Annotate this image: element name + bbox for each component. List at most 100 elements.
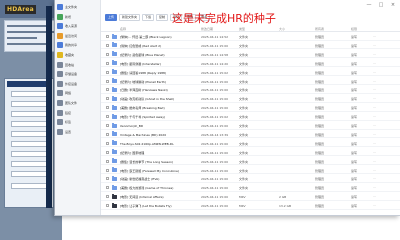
table-row[interactable]: [美剧] 绝命毒师 (Breaking Bad) 2025-04-11 15:00… [101,104,400,112]
row-checkbox[interactable] [106,70,109,74]
sidebar-item[interactable]: 存储设备 [57,70,99,78]
table-row[interactable]: [电影] 无间道 (Infernal Affairs) 2025-04-11 15… [101,193,400,201]
file-name[interactable]: The.Boys.S02.2160p.AMZN.WEB-DL [120,142,198,146]
row-more-icon[interactable]: ⋯ [373,185,376,189]
file-name[interactable]: [纪录片] 地球脉动 (Planet Earth) [120,80,198,84]
row-more-icon[interactable]: ⋯ [373,132,376,136]
table-row[interactable]: [繁体]… 怀旧·第二部 (Black Lagoon) 2025-04-11 14… [101,33,400,41]
row-checkbox[interactable] [106,132,109,136]
row-checkbox[interactable] [106,79,109,83]
site-menu-item[interactable] [11,141,49,147]
table-row[interactable]: Vintage & Machines (BD) 2020 2025-04-14 1… [101,131,400,139]
sidebar-item[interactable]: 设置 [57,128,99,136]
maximize-button[interactable]: □ [375,1,387,9]
table-row[interactable]: [电影] 千与千寻 (Spirited Away) 2025-04-11 15:0… [101,113,400,121]
row-checkbox[interactable] [106,43,109,47]
column-owner[interactable]: 所有者 [315,27,324,31]
row-checkbox[interactable] [106,177,109,181]
sidebar-item[interactable]: 标签 [57,118,99,126]
site-logo[interactable]: HDArea [5,5,36,14]
row-checkbox[interactable] [106,204,109,208]
column-type[interactable]: 类型 [239,27,245,31]
row-more-icon[interactable]: ⋯ [373,34,376,38]
table-row[interactable]: [剧集] 请回答1988 (Reply 1988) 2025-04-11 15:0… [101,69,400,77]
row-more-icon[interactable]: ⋯ [373,123,376,127]
sidebar-item[interactable]: 新增 [57,13,99,21]
row-more-icon[interactable]: ⋯ [373,150,376,154]
row-checkbox[interactable] [106,195,109,199]
table-row[interactable]: [日剧] 半泽直树 (Hanzawa Naoki) 2025-04-11 15:0… [101,86,400,94]
row-checkbox[interactable] [106,124,109,127]
file-name[interactable]: [电影] 让子弹飞 (Let the Bullets Fly) [120,204,198,208]
row-more-icon[interactable]: ⋯ [373,96,376,100]
table-row[interactable]: [纪录片] 地球脉动 (Planet Earth) 2025-04-11 15:0… [101,78,400,85]
sidebar-item[interactable]: 收入来源 [57,22,99,30]
row-checkbox[interactable] [106,106,109,110]
row-checkbox[interactable] [106,88,109,92]
sidebar-item[interactable]: 网络 [57,89,99,97]
sidebar-item[interactable]: 团队文件 [57,99,99,107]
table-row[interactable]: [纪录片] 国家地理 2025-04-11 15:00 文件夹 管理员 读写 ⋯ [101,149,400,157]
row-checkbox[interactable] [106,186,109,190]
site-menu-item[interactable] [11,151,49,157]
file-name[interactable]: [纪录片] 国家地理 [120,151,198,155]
copy-button[interactable]: 复制 [156,14,169,21]
file-name[interactable]: [电影] 无间道 (Infernal Affairs) [120,195,198,199]
row-checkbox[interactable] [106,159,109,163]
sidebar-item[interactable]: 最近访问 [57,32,99,40]
site-menu-item[interactable] [11,183,49,189]
row-checkbox[interactable] [106,61,109,65]
column-size[interactable]: 大小 [279,27,285,31]
row-checkbox[interactable] [106,97,109,101]
row-more-icon[interactable]: ⋯ [373,114,376,118]
sidebar-item[interactable]: 回收站 [57,61,99,69]
table-row[interactable]: [美剧] 权力的游戏 (Game of Thrones) 2025-04-11 1… [101,184,400,192]
table-row[interactable]: [动画] 攻壳机动队 (Ghost in the Shell) 2025-04-1… [101,95,400,103]
sidebar-item[interactable]: 收藏夹 [57,51,99,59]
row-more-icon[interactable]: ⋯ [373,61,376,65]
site-menu-item[interactable] [11,111,49,117]
row-more-icon[interactable]: ⋯ [373,43,376,47]
file-name[interactable]: [纪录片] 蓝色星球 (Blue Planet) [120,53,198,57]
table-row[interactable]: [电影] 星际穿越 (Interstellar) 2025-04-11 14:20… [101,60,400,68]
row-more-icon[interactable]: ⋯ [373,105,376,109]
minimize-button[interactable]: — [363,1,375,9]
table-row[interactable]: Xenomorph_BD 2025-04-11 15:00 文件夹 管理员 读写 ⋯ [101,122,400,130]
sidebar-item[interactable]: 链接 [57,109,99,117]
row-checkbox[interactable] [106,115,109,119]
file-name[interactable]: Vintage & Machines (BD) 2020 [120,133,198,137]
table-row[interactable]: [动画] 新世纪福音战士 (EVA) 2025-04-11 15:00 文件夹 管理员… [101,175,400,183]
column-permission[interactable]: 权限 [351,27,357,31]
file-name[interactable]: [美剧] 权力的游戏 (Game of Thrones) [120,186,198,190]
table-row[interactable]: [电影] 霸王别姬 (Farewell My Concubine) 2025-04… [101,167,400,174]
row-more-icon[interactable]: ⋯ [373,141,376,145]
row-more-icon[interactable]: ⋯ [373,52,376,56]
table-row[interactable]: [纪录片] 蓝色星球 (Blue Planet) 2025-04-11 14:58… [101,51,400,59]
sidebar-item[interactable]: 我的共享 [57,41,99,49]
file-name[interactable]: [电影] 千与千寻 (Spirited Away) [120,115,198,119]
file-name[interactable]: Xenomorph_BD [120,124,198,128]
site-menu-item[interactable] [11,171,49,177]
table-row[interactable]: [电影] 让子弹飞 (Let the Bullets Fly) 2025-04-1… [101,202,400,210]
row-more-icon[interactable]: ⋯ [373,70,376,74]
file-name[interactable]: [动画] 新世纪福音战士 (EVA) [120,177,198,181]
file-name[interactable]: [繁体]… 怀旧·第二部 (Black Lagoon) [120,35,198,39]
table-row[interactable]: The.Boys.S02.2160p.AMZN.WEB-DL 2025-04-11… [101,140,400,148]
sidebar-item[interactable]: 外接设备 [57,80,99,88]
row-checkbox[interactable] [106,35,109,38]
row-more-icon[interactable]: ⋯ [373,79,376,83]
file-name[interactable]: [电影] 星际穿越 (Interstellar) [120,62,198,66]
site-menu-item[interactable] [11,161,49,167]
row-more-icon[interactable]: ⋯ [373,194,376,198]
file-name[interactable]: [动画] 攻壳机动队 (Ghost in the Shell) [120,97,198,101]
upload-button[interactable]: 上传 [105,14,118,21]
column-name[interactable]: 名称 [120,27,126,31]
table-row[interactable]: [剧集] 漫长的季节 (The Long Season) 2025-04-11 1… [101,158,400,166]
file-name[interactable]: [电影] 霸王别姬 (Farewell My Concubine) [120,169,198,173]
file-name[interactable]: [剧集] 漫长的季节 (The Long Season) [120,160,198,164]
new-folder-button[interactable]: 新建文件夹 [119,14,141,21]
column-date[interactable]: 修改日期 [201,27,213,31]
row-checkbox[interactable] [106,141,109,145]
site-menu-item[interactable] [11,131,49,137]
row-more-icon[interactable]: ⋯ [373,176,376,180]
